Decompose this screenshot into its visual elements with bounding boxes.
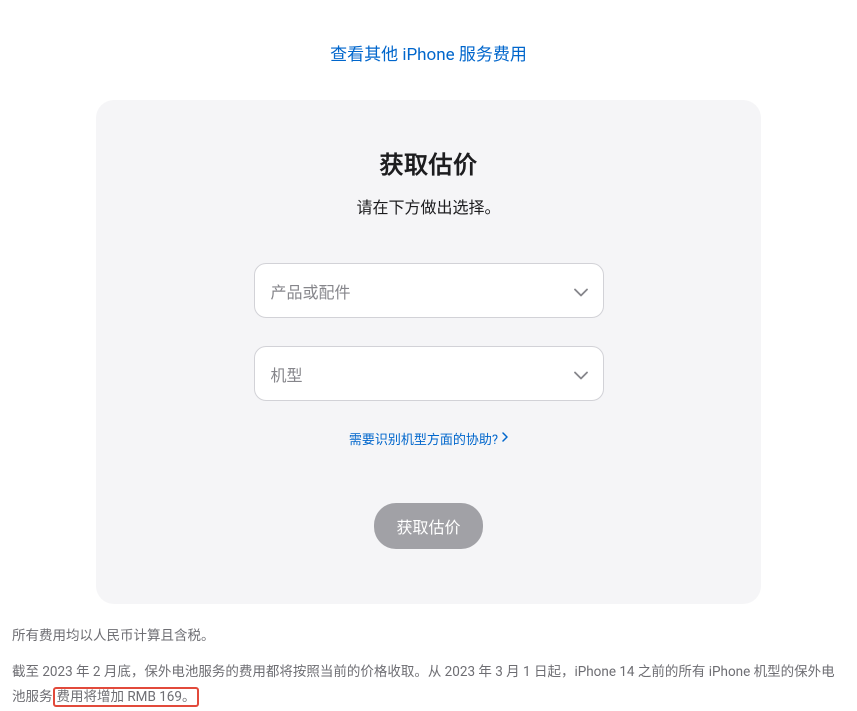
view-other-services-link[interactable]: 查看其他 iPhone 服务费用 xyxy=(0,40,857,65)
footer-price-change-note: 截至 2023 年 2 月底，保外电池服务的费用都将按照当前的价格收取。从 20… xyxy=(12,660,845,711)
model-select-wrapper: 机型 xyxy=(254,346,604,401)
footer-tax-note: 所有费用均以人民币计算且含税。 xyxy=(12,624,845,650)
footer-text: 所有费用均以人民币计算且含税。 截至 2023 年 2 月底，保外电池服务的费用… xyxy=(0,604,857,711)
identify-model-help-link[interactable]: 需要识别机型方面的协助? xyxy=(349,429,508,448)
product-select[interactable]: 产品或配件 xyxy=(254,263,604,318)
help-link-text: 需要识别机型方面的协助? xyxy=(349,429,498,448)
model-select[interactable]: 机型 xyxy=(254,346,604,401)
chevron-right-icon xyxy=(502,431,508,446)
card-subtitle: 请在下方做出选择。 xyxy=(136,194,721,218)
card-title: 获取估价 xyxy=(136,145,721,180)
product-select-wrapper: 产品或配件 xyxy=(254,263,604,318)
get-estimate-button[interactable]: 获取估价 xyxy=(374,503,482,549)
estimate-card: 获取估价 请在下方做出选择。 产品或配件 机型 需要识别机型方面的协助? 获取估… xyxy=(96,100,761,604)
price-increase-highlight: 费用将增加 RMB 169。 xyxy=(53,687,200,707)
